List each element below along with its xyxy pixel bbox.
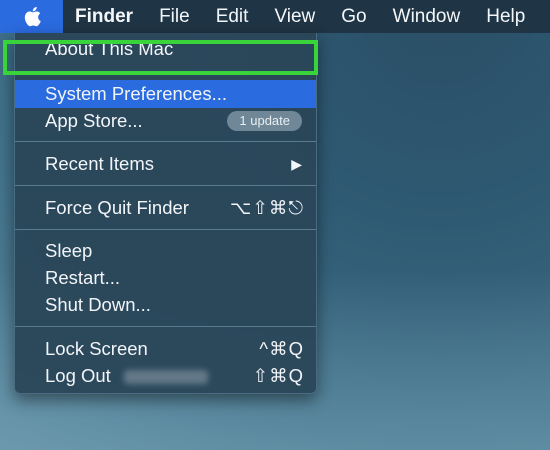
menu-item-label: About This Mac — [45, 38, 174, 59]
apple-menu-button[interactable] — [0, 0, 63, 33]
update-badge: 1 update — [227, 111, 302, 131]
submenu-arrow-icon: ▶ — [291, 156, 302, 172]
menu-separator — [15, 326, 316, 327]
menu-help[interactable]: Help — [473, 0, 538, 33]
menu-item-label: System Preferences... — [45, 83, 227, 104]
menu-item-label: Recent Items — [45, 153, 154, 174]
log-out-shortcut: ⇧⌘Q — [252, 365, 304, 386]
menu-item-label: Shut Down... — [45, 294, 151, 315]
menu-bar: Finder File Edit View Go Window Help — [0, 0, 550, 33]
menu-item-about-this-mac[interactable]: About This Mac — [15, 36, 316, 62]
menu-item-sleep[interactable]: Sleep — [15, 238, 316, 264]
menu-go[interactable]: Go — [328, 0, 379, 33]
menu-finder[interactable]: Finder — [63, 0, 146, 33]
menu-window[interactable]: Window — [380, 0, 474, 33]
apple-icon — [24, 6, 41, 27]
menu-item-label: Force Quit Finder — [45, 197, 189, 218]
menu-item-system-preferences[interactable]: System Preferences... — [15, 81, 316, 107]
apple-dropdown-menu: About This Mac System Preferences... App… — [14, 33, 317, 394]
force-quit-shortcut: ⌥⇧⌘⎋ — [230, 197, 304, 218]
menu-separator — [15, 141, 316, 142]
menu-separator — [15, 229, 316, 230]
menu-item-label: Sleep — [45, 240, 93, 261]
menu-item-restart[interactable]: Restart... — [15, 265, 316, 291]
menu-item-recent-items[interactable]: Recent Items ▶ — [15, 151, 316, 177]
blurred-username — [123, 370, 208, 385]
menu-view[interactable]: View — [261, 0, 328, 33]
menu-edit[interactable]: Edit — [203, 0, 262, 33]
menu-item-label: Restart... — [45, 267, 121, 288]
menu-item-app-store[interactable]: App Store... 1 update — [15, 108, 316, 134]
menu-item-lock-screen[interactable]: Lock Screen ^⌘Q — [15, 336, 316, 362]
menu-item-label: Lock Screen — [45, 338, 148, 359]
menu-item-label: App Store... — [45, 110, 143, 131]
menu-separator — [15, 185, 316, 186]
menu-item-log-out[interactable]: Log Out ⇧⌘Q — [15, 363, 316, 389]
desktop: Finder File Edit View Go Window Help Abo… — [0, 0, 550, 450]
menu-item-label: Log Out — [45, 365, 111, 386]
menu-file[interactable]: File — [146, 0, 203, 33]
menu-item-force-quit[interactable]: Force Quit Finder ⌥⇧⌘⎋ — [15, 195, 316, 221]
lock-screen-shortcut: ^⌘Q — [259, 338, 304, 359]
menu-item-shut-down[interactable]: Shut Down... — [15, 292, 316, 318]
